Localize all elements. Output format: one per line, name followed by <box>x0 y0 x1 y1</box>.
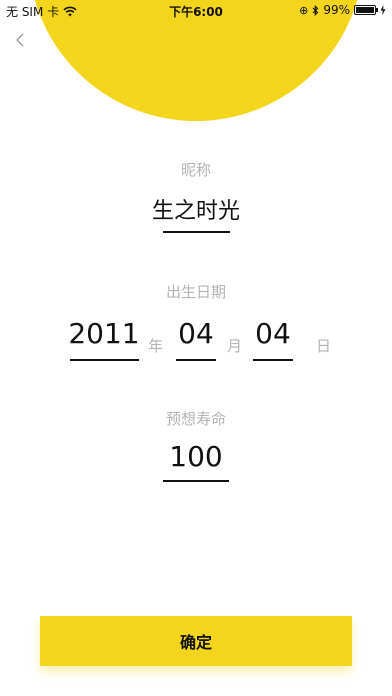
nickname-underline <box>163 231 230 233</box>
battery-percent: 99% <box>323 3 350 17</box>
bluetooth-icon <box>312 4 319 16</box>
day-underline <box>253 359 293 361</box>
month-input[interactable]: 04 <box>175 317 217 350</box>
month-unit: 月 <box>227 337 243 355</box>
month-underline <box>176 359 216 361</box>
nickname-label: 昵称 <box>180 161 211 179</box>
back-button[interactable] <box>10 28 30 52</box>
year-input[interactable]: 2011 <box>68 317 140 350</box>
birthday-label: 出生日期 <box>165 283 226 301</box>
day-input[interactable]: 04 <box>252 317 294 350</box>
confirm-button[interactable]: 确定 <box>40 616 352 666</box>
year-unit: 年 <box>148 337 164 355</box>
status-right: ⊕ 99% <box>299 3 386 17</box>
day-unit: 日 <box>316 337 332 355</box>
lifespan-input[interactable]: 100 <box>155 440 237 473</box>
year-underline <box>70 359 139 361</box>
status-bar: 无 SIM 卡 下午6:00 ⊕ 99% <box>0 0 392 20</box>
lifespan-label: 预想寿命 <box>165 410 226 428</box>
charging-icon <box>380 5 386 15</box>
battery-level-fill <box>356 7 374 13</box>
orientation-lock-icon: ⊕ <box>299 3 309 17</box>
chevron-left-icon <box>16 33 24 47</box>
battery-icon <box>354 5 378 15</box>
battery-cap <box>376 8 378 12</box>
nickname-input[interactable]: 生之时光 <box>146 193 246 225</box>
lifespan-underline <box>163 480 229 482</box>
